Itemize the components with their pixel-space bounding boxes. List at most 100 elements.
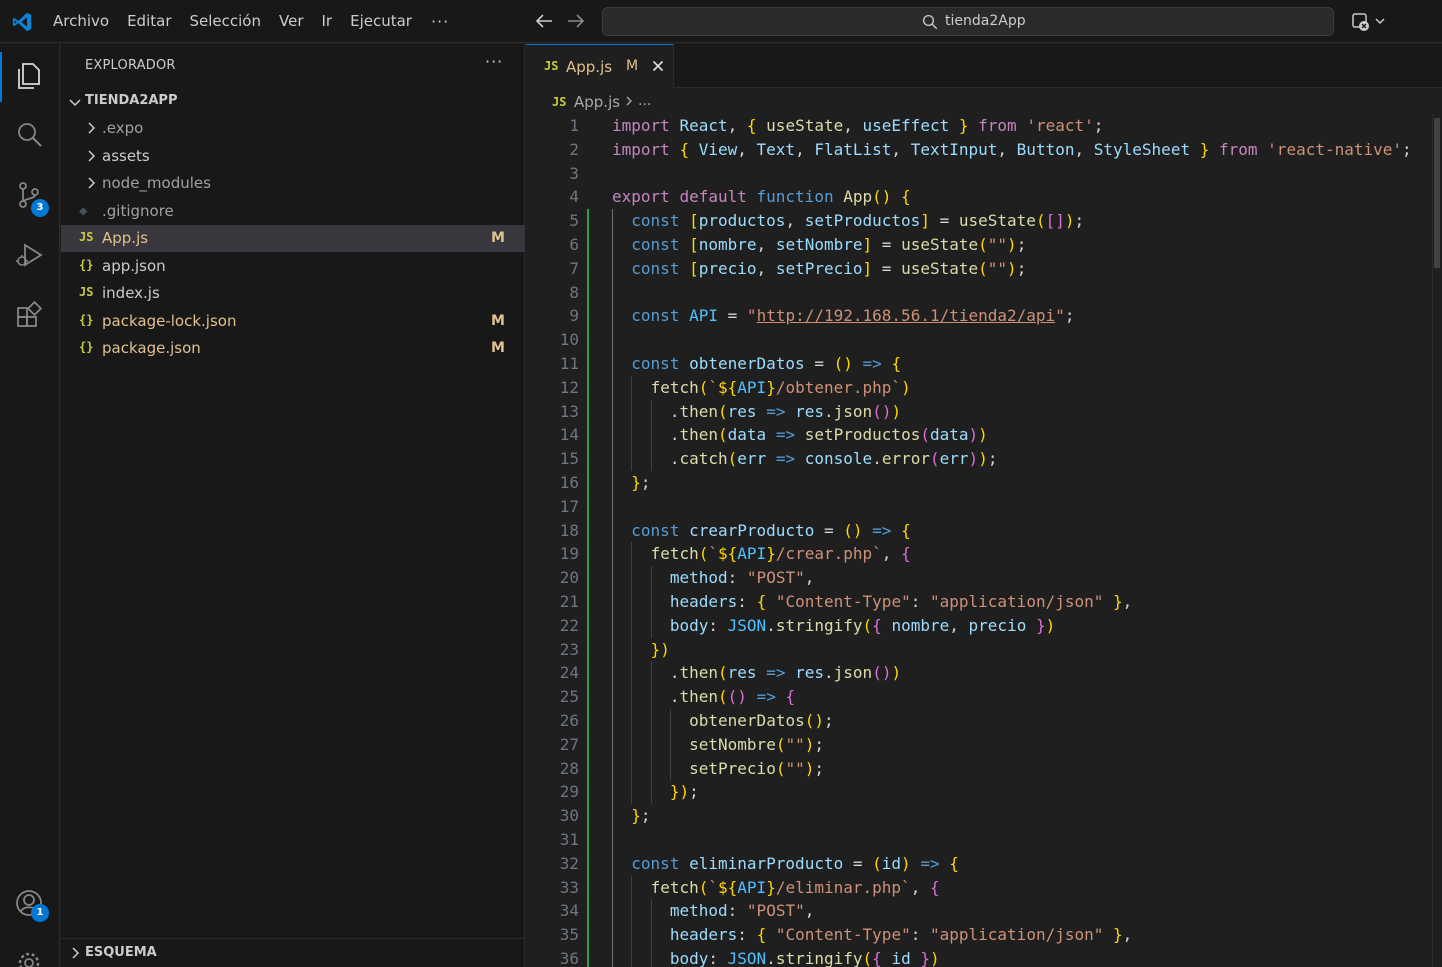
code-text: fetch(`${API}/eliminar.php`, { [650, 877, 940, 897]
code-text: const eliminarProducto = (id) => { [631, 853, 959, 873]
tree-item-app-json[interactable]: {} app.json [61, 253, 525, 280]
tree-item-index-js[interactable]: JS index.js [61, 280, 525, 307]
close-icon[interactable] [650, 58, 666, 74]
code-text: const [precio, setPrecio] = useState("")… [631, 258, 1027, 278]
tree-item-node-modules[interactable]: node_modules [61, 170, 525, 197]
indent-guide [612, 494, 613, 519]
git-modified-gutter [587, 542, 589, 567]
file-name: app.json [102, 257, 166, 275]
back-arrow-icon[interactable] [532, 9, 556, 33]
menu-bar: Archivo Editar Selección Ver Ir Ejecutar… [44, 0, 459, 43]
code-text: export default function App() { [612, 187, 911, 207]
code-line[interactable]: 5 const [productos, setProductos] = useS… [526, 209, 1442, 233]
code-line[interactable]: 30 }; [526, 804, 1442, 828]
code-line[interactable]: 24 .then(res => res.json()) [526, 661, 1442, 686]
outline-section-header[interactable]: ESQUEMA [61, 938, 525, 967]
line-number: 24 [559, 663, 579, 683]
search-text: tienda2App [945, 13, 1026, 29]
code-line[interactable]: 9 const API = "http://192.168.56.1/tiend… [526, 304, 1442, 329]
code-line[interactable]: 33 fetch(`${API}/eliminar.php`, { [526, 875, 1442, 900]
code-line[interactable]: 7 const [precio, setPrecio] = useState("… [526, 256, 1442, 281]
tree-item-package-json[interactable]: {} package.json M [61, 335, 525, 362]
editor-scrollbar-thumb[interactable] [1434, 118, 1440, 268]
code-line[interactable]: 20 method: "POST", [526, 566, 1442, 590]
code-line[interactable]: 17 [526, 494, 1442, 519]
code-line[interactable]: 10 [526, 328, 1442, 352]
menu-ejecutar[interactable]: Ejecutar [341, 0, 421, 43]
code-line[interactable]: 8 [526, 280, 1442, 305]
code-line[interactable]: 21 headers: { "Content-Type": "applicati… [526, 590, 1442, 614]
code-line[interactable]: 22 body: JSON.stringify({ nombre, precio… [526, 613, 1442, 638]
code-line[interactable]: 15 .catch(err => console.error(err)); [526, 447, 1442, 471]
file-name: .gitignore [102, 202, 174, 220]
git-file-icon: ◆ [79, 203, 88, 219]
code-line[interactable]: 14 .then(data => setProductos(data)) [526, 423, 1442, 448]
tab-modified-status: M [626, 58, 639, 74]
code-line[interactable]: 13 .then(res => res.json()) [526, 399, 1442, 424]
code-line[interactable]: 27 setNombre(""); [526, 732, 1442, 757]
source-control-activity[interactable]: 3 [0, 166, 60, 222]
code-text: const obtenerDatos = () => { [631, 354, 902, 373]
file-name: package.json [102, 339, 201, 357]
code-line[interactable]: 25 .then(() => { [526, 685, 1442, 709]
code-line[interactable]: 28 setPrecio(""); [526, 756, 1442, 781]
code-line[interactable]: 31 [526, 828, 1442, 852]
workspace-root-folder[interactable]: TIENDA2APP [61, 90, 525, 114]
tree-item-app-js[interactable]: JS App.js M [61, 225, 525, 252]
tree-item-package-lock-json[interactable]: {} package-lock.json M [61, 308, 525, 335]
tab-app-js[interactable]: JS App.js M [526, 44, 674, 88]
code-text: }); [669, 782, 699, 802]
code-line[interactable]: 1 import React, { useState, useEffect } f… [526, 114, 1442, 138]
tree-item-expo[interactable]: .expo [61, 115, 525, 142]
run-debug-activity[interactable] [0, 226, 60, 282]
code-line[interactable]: 35 headers: { "Content-Type": "applicati… [526, 923, 1442, 947]
search-icon [18, 123, 42, 147]
copilot-icon[interactable] [1350, 11, 1390, 33]
explorer-sidebar: EXPLORADOR ··· TIENDA2APP .expo assets n… [61, 44, 525, 967]
line-number: 9 [569, 306, 579, 326]
code-line[interactable]: 11 const obtenerDatos = () => { [526, 352, 1442, 376]
code-line[interactable]: 32 const eliminarProducto = (id) => { [526, 851, 1442, 876]
code-line[interactable]: 19 fetch(`${API}/crear.php`, { [526, 542, 1442, 567]
menu-editar[interactable]: Editar [118, 0, 180, 43]
code-line[interactable]: 2 import { View, Text, FlatList, TextInpu… [526, 138, 1442, 162]
code-line[interactable]: 16 }; [526, 471, 1442, 495]
code-line[interactable]: 12 fetch(`${API}/obtener.php`) [526, 375, 1442, 400]
code-text: const API = "http://192.168.56.1/tienda2… [631, 306, 1075, 326]
code-line[interactable]: 26 obtenerDatos(); [526, 709, 1442, 733]
menu-archivo[interactable]: Archivo [44, 0, 118, 43]
code-line[interactable]: 23 }) [526, 637, 1442, 662]
extensions-activity[interactable] [0, 286, 60, 342]
tree-item-assets[interactable]: assets [61, 143, 525, 170]
chevron-right-icon [88, 177, 96, 189]
accounts-activity[interactable]: 1 [0, 874, 60, 930]
code-line[interactable]: 4 export default function App() { [526, 185, 1442, 209]
code-text: import { View, Text, FlatList, TextInput… [612, 139, 1412, 159]
code-line[interactable]: 34 method: "POST", [526, 899, 1442, 924]
code-text: setPrecio(""); [689, 758, 825, 778]
search-activity[interactable] [0, 106, 60, 162]
git-status-badge: M [491, 313, 505, 329]
code-line[interactable]: 3 [526, 162, 1442, 186]
forward-arrow-icon[interactable] [564, 9, 588, 33]
explorer-activity[interactable] [0, 46, 60, 102]
menu-seleccion[interactable]: Selección [181, 0, 271, 43]
breadcrumb-more[interactable]: ... [638, 93, 651, 109]
menu-ir[interactable]: Ir [313, 0, 342, 43]
code-line[interactable]: 36 body: JSON.stringify({ id }) [526, 947, 1442, 967]
tree-item-gitignore[interactable]: ◆ .gitignore [61, 198, 525, 225]
menu-ver[interactable]: Ver [270, 0, 313, 43]
explorer-more-button[interactable]: ··· [485, 52, 503, 71]
title-bar: Archivo Editar Selección Ver Ir Ejecutar… [0, 0, 1442, 43]
js-file-icon: JS [552, 95, 567, 109]
outline-label: ESQUEMA [85, 945, 157, 960]
code-line[interactable]: 18 const crearProducto = () => { [526, 518, 1442, 543]
settings-activity[interactable] [0, 934, 60, 967]
code-line[interactable]: 6 const [nombre, setNombre] = useState("… [526, 233, 1442, 257]
code-editor[interactable]: 1 import React, { useState, useEffect } f… [526, 113, 1442, 967]
command-center-search[interactable]: tienda2App [602, 7, 1334, 36]
code-line[interactable]: 29 }); [526, 780, 1442, 805]
breadcrumb-file[interactable]: App.js [574, 93, 620, 111]
line-number: 2 [569, 139, 579, 159]
menu-more-button[interactable]: ··· [421, 0, 459, 43]
